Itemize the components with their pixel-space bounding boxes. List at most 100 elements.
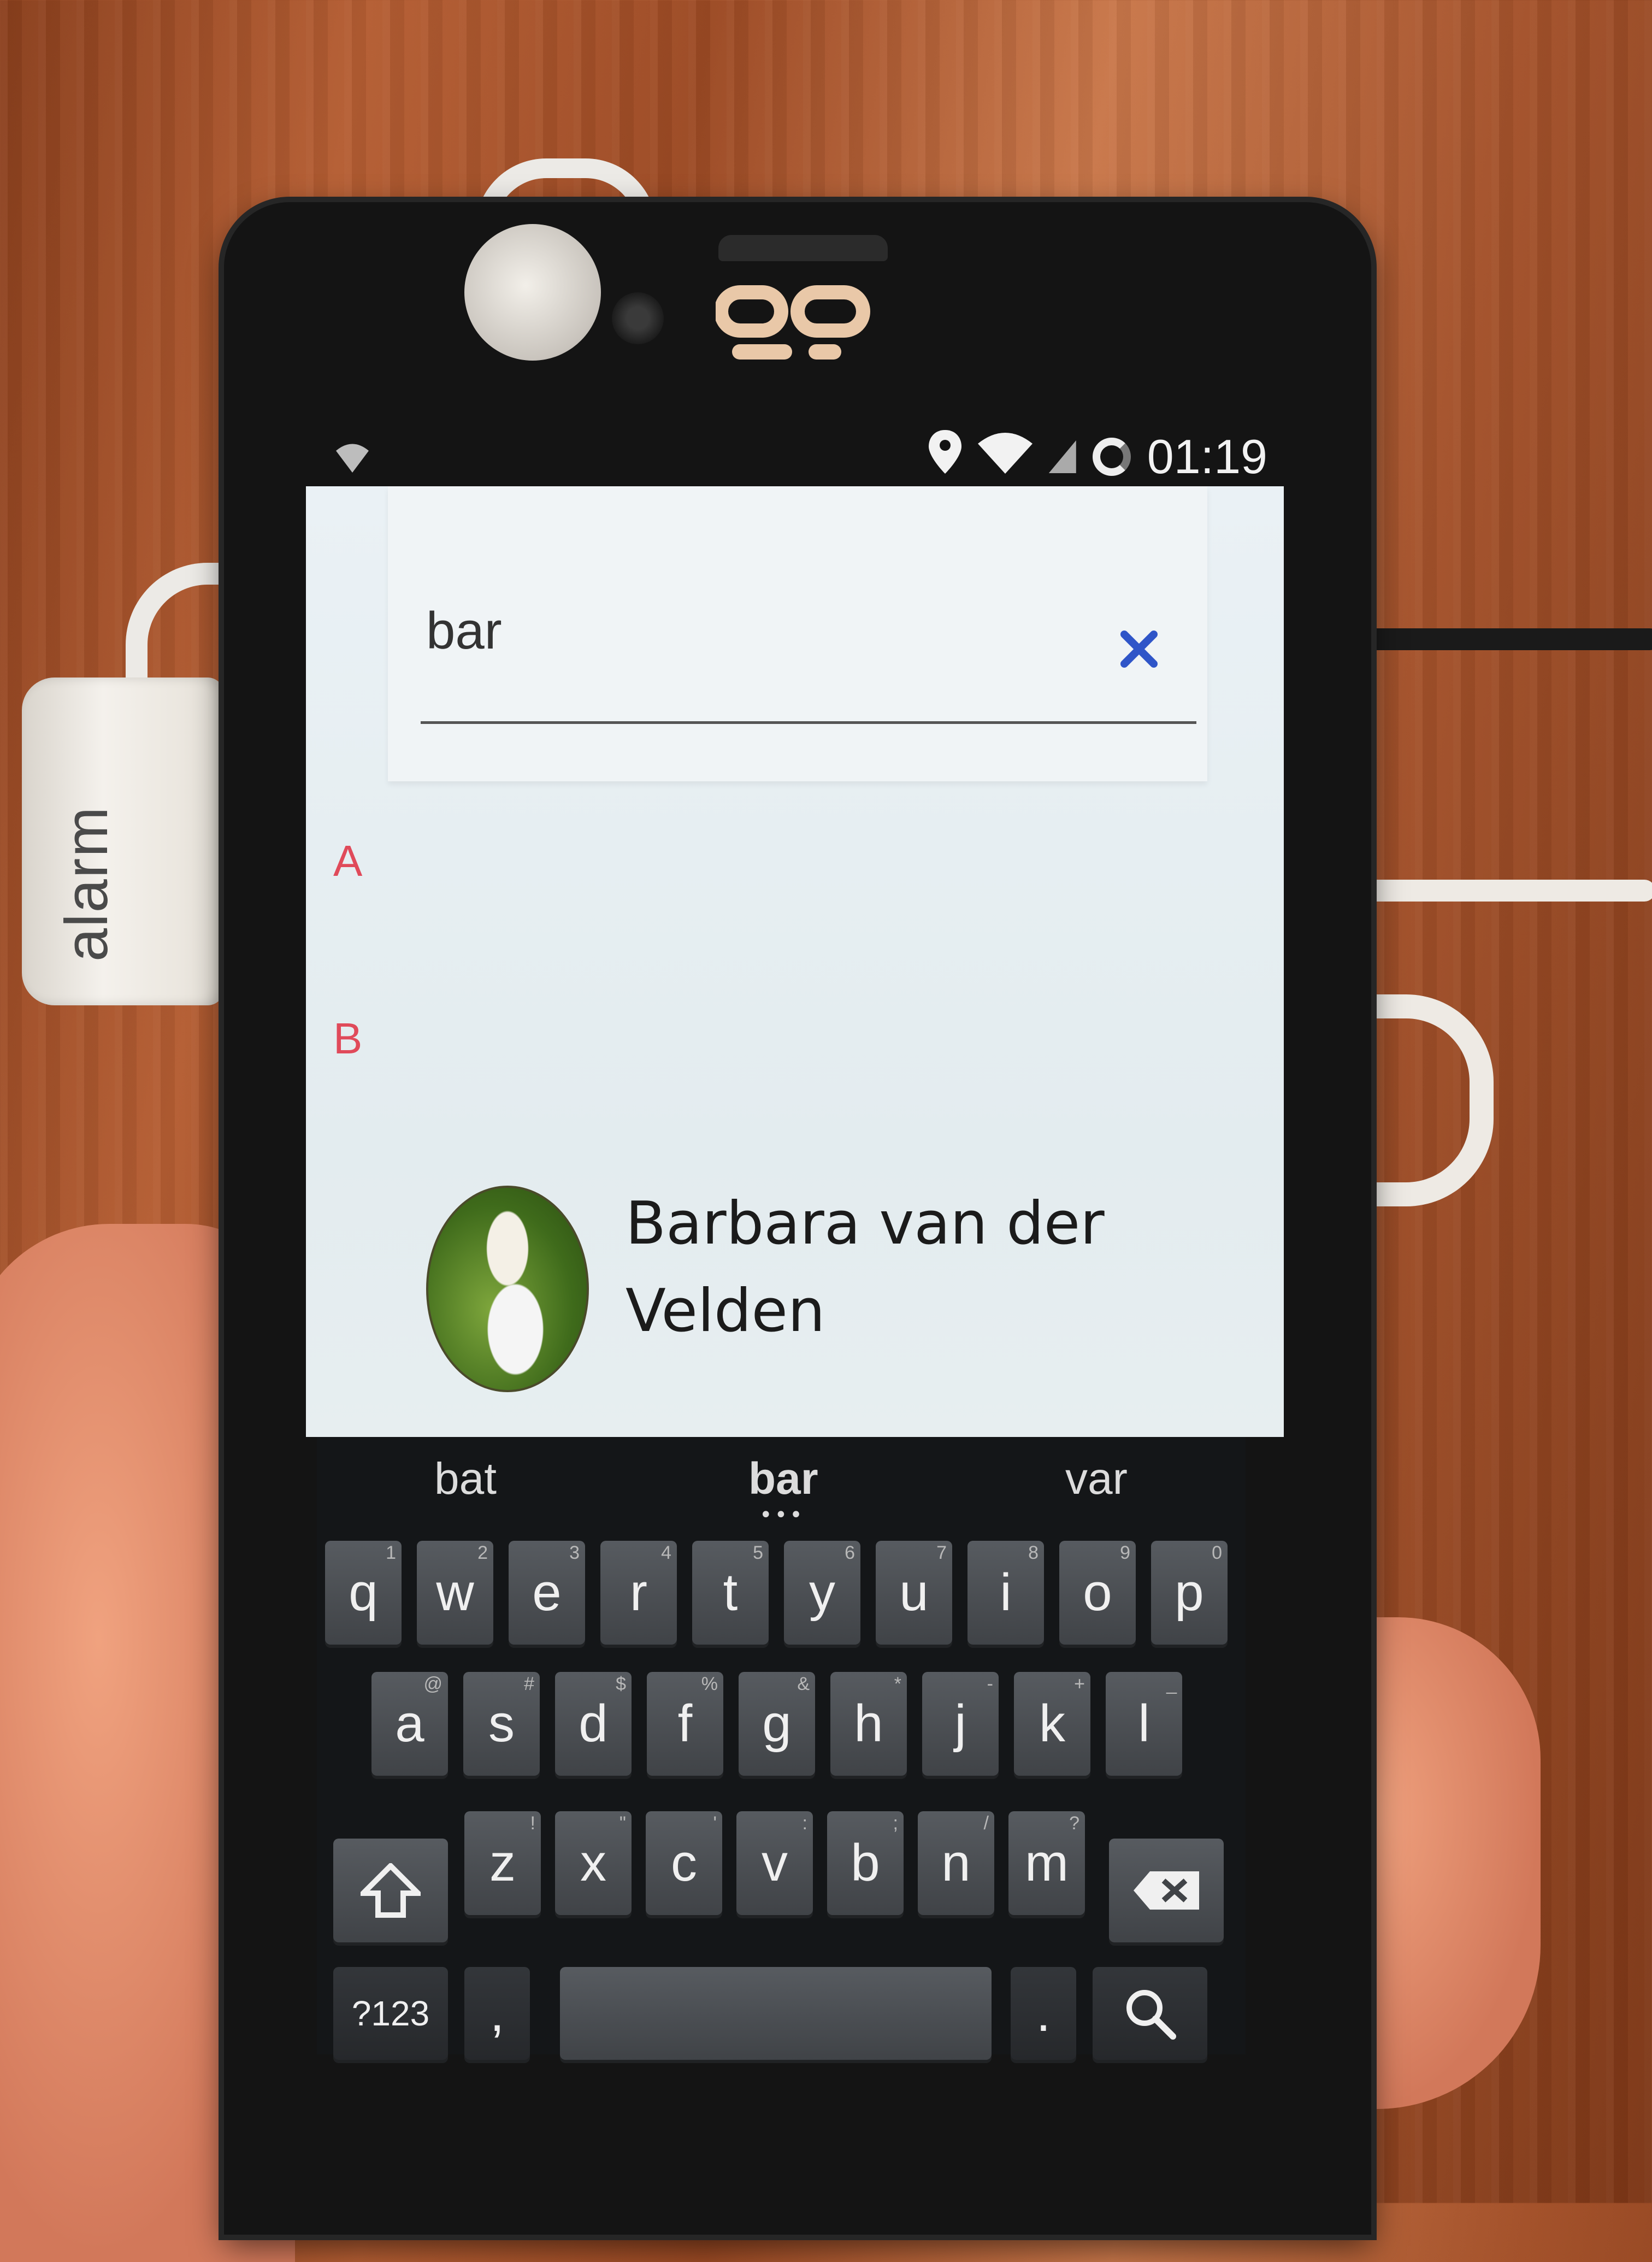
white-cable-right xyxy=(1349,880,1652,902)
key-alt-label: ; xyxy=(893,1813,898,1834)
key-label: d xyxy=(579,1694,608,1753)
key-label: r xyxy=(630,1563,647,1622)
key-label: q xyxy=(349,1563,378,1622)
suggestion-bar[interactable]: bar xyxy=(748,1453,818,1505)
key-l[interactable]: l _ xyxy=(1106,1672,1182,1776)
key-label: w xyxy=(436,1563,474,1622)
backspace-key[interactable] xyxy=(1109,1839,1224,1942)
earpiece-grille xyxy=(718,235,888,261)
key-f[interactable]: f% xyxy=(647,1672,723,1776)
location-pin-icon xyxy=(928,429,961,484)
key-label: p xyxy=(1175,1563,1204,1622)
key-o[interactable]: o9 xyxy=(1059,1541,1136,1645)
key-alt-label: ! xyxy=(530,1813,535,1834)
shift-key[interactable] xyxy=(333,1839,448,1942)
key-label: m xyxy=(1025,1834,1069,1892)
search-icon xyxy=(1126,1990,1176,2040)
key-label: o xyxy=(1083,1563,1112,1622)
key-label: n xyxy=(941,1834,971,1892)
key-x[interactable]: x " xyxy=(555,1811,632,1915)
search-key[interactable] xyxy=(1093,1967,1207,2060)
key-alt-label: / xyxy=(983,1813,989,1834)
key-alt-label: * xyxy=(894,1674,901,1694)
key-b[interactable]: b; xyxy=(827,1811,904,1915)
key-d[interactable]: d $ xyxy=(555,1672,632,1776)
key-m[interactable]: m? xyxy=(1008,1811,1085,1915)
key-alt-label: 2 xyxy=(477,1542,488,1563)
search-input[interactable] xyxy=(426,601,1087,661)
contact-avatar xyxy=(426,1186,589,1392)
key-g[interactable]: g & xyxy=(739,1672,815,1776)
clear-search-button[interactable] xyxy=(1120,617,1158,681)
key-a[interactable]: a @ xyxy=(371,1672,448,1776)
key-q[interactable]: q1 xyxy=(325,1541,402,1645)
key-alt-label: $ xyxy=(616,1674,626,1694)
key-alt-label: + xyxy=(1074,1674,1085,1694)
key-label: e xyxy=(532,1563,562,1622)
key-label: c xyxy=(671,1834,697,1892)
close-icon xyxy=(1120,631,1158,668)
contact-result-row[interactable]: Barbara van der Velden xyxy=(306,1186,1284,1437)
status-bar: 01:19 xyxy=(306,426,1278,486)
key-alt-label: - xyxy=(987,1674,993,1694)
key-alt-label: ? xyxy=(1069,1813,1079,1834)
key-p[interactable]: p0 xyxy=(1151,1541,1228,1645)
key-label: x xyxy=(580,1834,606,1892)
key-z[interactable]: z! xyxy=(464,1811,541,1915)
index-letter-b[interactable]: B xyxy=(333,1014,362,1064)
suggestion-bat[interactable]: bat xyxy=(434,1453,497,1505)
key-i[interactable]: i8 xyxy=(967,1541,1044,1645)
symbols-key[interactable]: ?123 xyxy=(333,1967,448,2060)
suggestion-var[interactable]: var xyxy=(1065,1453,1128,1505)
key-alt-label: " xyxy=(619,1813,626,1834)
key-alt-label: 5 xyxy=(753,1542,763,1563)
key-label: j xyxy=(954,1694,966,1753)
index-letter-a[interactable]: A xyxy=(333,836,362,886)
key-r[interactable]: r4 xyxy=(600,1541,677,1645)
key-alt-label: 0 xyxy=(1212,1542,1222,1563)
no-sim-signal-icon xyxy=(1048,440,1076,473)
status-time: 01:19 xyxy=(1147,429,1267,484)
key-y[interactable]: y6 xyxy=(784,1541,860,1645)
period-key[interactable]: . xyxy=(1011,1967,1076,2060)
key-alt-label: 7 xyxy=(936,1542,947,1563)
space-key[interactable] xyxy=(560,1967,992,2060)
key-e[interactable]: e3 xyxy=(509,1541,585,1645)
key-alt-label: 8 xyxy=(1028,1542,1039,1563)
suggestion-strip: bat bar ••• var xyxy=(317,1437,1246,1528)
key-label: a xyxy=(395,1694,424,1753)
key-alt-label: % xyxy=(701,1674,718,1694)
key-v[interactable]: v: xyxy=(736,1811,813,1915)
key-label: f xyxy=(677,1694,693,1753)
key-alt-label: _ xyxy=(1166,1674,1177,1694)
key-label: l xyxy=(1138,1694,1150,1753)
key-n[interactable]: n / xyxy=(918,1811,994,1915)
key-label: y xyxy=(809,1563,835,1622)
key-k[interactable]: k + xyxy=(1014,1672,1090,1776)
contact-name: Barbara van der Velden xyxy=(626,1189,1105,1345)
key-alt-label: # xyxy=(524,1674,534,1694)
black-cable-right xyxy=(1355,628,1652,650)
key-alt-label: 9 xyxy=(1120,1542,1130,1563)
key-s[interactable]: s # xyxy=(463,1672,540,1776)
key-u[interactable]: u7 xyxy=(876,1541,952,1645)
key-c[interactable]: c ' xyxy=(646,1811,722,1915)
key-alt-label: @ xyxy=(423,1674,442,1694)
key-alt-label: ' xyxy=(713,1813,717,1834)
suggestion-more-dots: ••• xyxy=(759,1503,805,1528)
security-tag-label: alarm xyxy=(53,805,120,962)
key-t[interactable]: t5 xyxy=(692,1541,769,1645)
key-alt-label: 6 xyxy=(845,1542,855,1563)
key-alt-label: 1 xyxy=(386,1542,396,1563)
camera-cover-sticker xyxy=(464,224,601,361)
key-j[interactable]: j- xyxy=(922,1672,999,1776)
comma-key[interactable]: , xyxy=(464,1967,530,2060)
key-label: u xyxy=(899,1563,929,1622)
key-h[interactable]: h * xyxy=(830,1672,907,1776)
shift-arrow-icon xyxy=(356,1862,425,1918)
key-label: s xyxy=(488,1694,515,1753)
status-icons: 01:19 xyxy=(928,429,1267,485)
key-w[interactable]: w2 xyxy=(417,1541,493,1645)
key-alt-label: : xyxy=(802,1813,807,1834)
key-alt-label: & xyxy=(797,1674,810,1694)
